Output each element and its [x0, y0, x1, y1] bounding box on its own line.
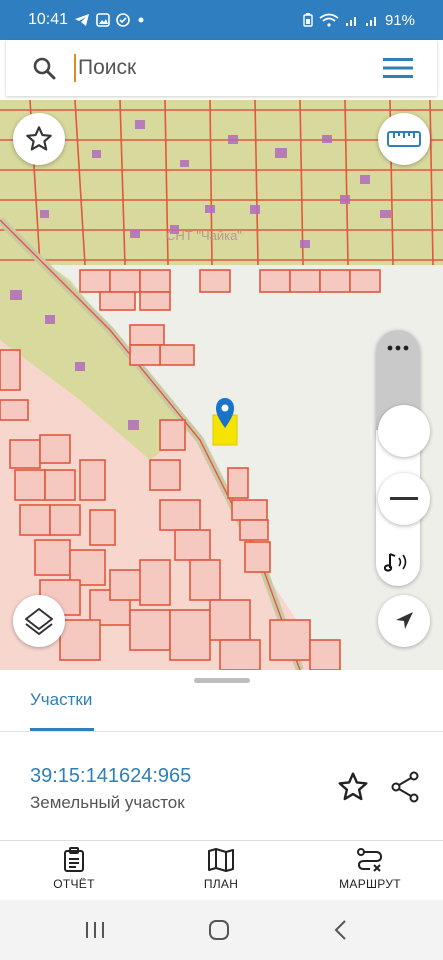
navigation-arrow-icon: [396, 612, 413, 629]
layers-icon: [25, 608, 53, 635]
telegram-icon: [75, 14, 90, 26]
map-icon: [208, 848, 234, 872]
system-navigation: [0, 900, 443, 960]
text-caret: [74, 54, 76, 82]
divider: [0, 731, 443, 732]
nav-report-label: ОТЧЁТ: [53, 877, 95, 891]
favorites-button[interactable]: [13, 113, 65, 165]
parcel-id-link[interactable]: 39:15:141624:965: [30, 765, 191, 788]
clock: 10:41: [28, 11, 69, 28]
nav-route[interactable]: МАРШРУТ: [320, 847, 420, 891]
gallery-icon: [96, 13, 110, 27]
home-button[interactable]: [208, 919, 230, 941]
search-bar[interactable]: [6, 40, 437, 96]
back-button[interactable]: [333, 919, 347, 941]
plus-icon: [404, 431, 405, 432]
zoom-panel[interactable]: [376, 330, 420, 586]
nav-plan-label: ПЛАН: [203, 877, 239, 891]
zoom-in-button[interactable]: [378, 405, 430, 457]
search-icon[interactable]: [32, 56, 56, 80]
nav-report[interactable]: ОТЧЁТ: [24, 847, 124, 891]
snt-label: СНТ "Чайка": [166, 228, 242, 243]
parcel-sheet[interactable]: Участки 39:15:141624:965 Земельный участ…: [0, 670, 443, 840]
report-icon: [64, 847, 84, 872]
cadastral-map[interactable]: СНТ "Чайка": [0, 100, 443, 670]
favorite-parcel-button[interactable]: [337, 771, 369, 803]
sound-button[interactable]: [383, 550, 412, 579]
menu-icon[interactable]: [383, 56, 413, 80]
home-icon: [209, 920, 229, 940]
share-button[interactable]: [390, 771, 420, 803]
tab-parcels[interactable]: Участки: [30, 690, 92, 710]
zoom-out-button[interactable]: [378, 473, 430, 525]
star-icon: [338, 772, 368, 801]
star-icon: [26, 126, 52, 151]
wifi-icon: [319, 13, 339, 27]
search-input[interactable]: [78, 56, 358, 80]
nav-route-label: МАРШРУТ: [339, 877, 401, 891]
recent-apps-icon: [86, 922, 104, 938]
sheet-handle[interactable]: [194, 678, 250, 683]
back-icon: [334, 920, 346, 940]
layers-button[interactable]: [13, 595, 65, 647]
route-icon: [357, 848, 383, 872]
nav-plan[interactable]: ПЛАН: [171, 847, 271, 891]
share-icon: [391, 771, 419, 803]
bottom-navigation: ОТЧЁТ ПЛАН МАРШРУТ: [0, 840, 443, 900]
battery-percent: 91%: [384, 11, 415, 29]
signal-icon: [345, 17, 356, 26]
recent-apps-button[interactable]: [84, 920, 106, 940]
sound-icon: [383, 553, 407, 572]
check-icon: [116, 13, 130, 27]
more-icon: [387, 345, 409, 351]
dot-icon: [138, 17, 144, 23]
signal-icon: [365, 17, 376, 26]
status-bar: 10:41 91%: [0, 0, 443, 40]
minus-icon: [390, 497, 418, 500]
ruler-button[interactable]: [378, 113, 430, 165]
parcel-type: Земельный участок: [30, 793, 185, 812]
my-location-button[interactable]: [378, 595, 430, 647]
battery-saver-icon: [303, 13, 313, 27]
ruler-icon: [387, 131, 421, 147]
